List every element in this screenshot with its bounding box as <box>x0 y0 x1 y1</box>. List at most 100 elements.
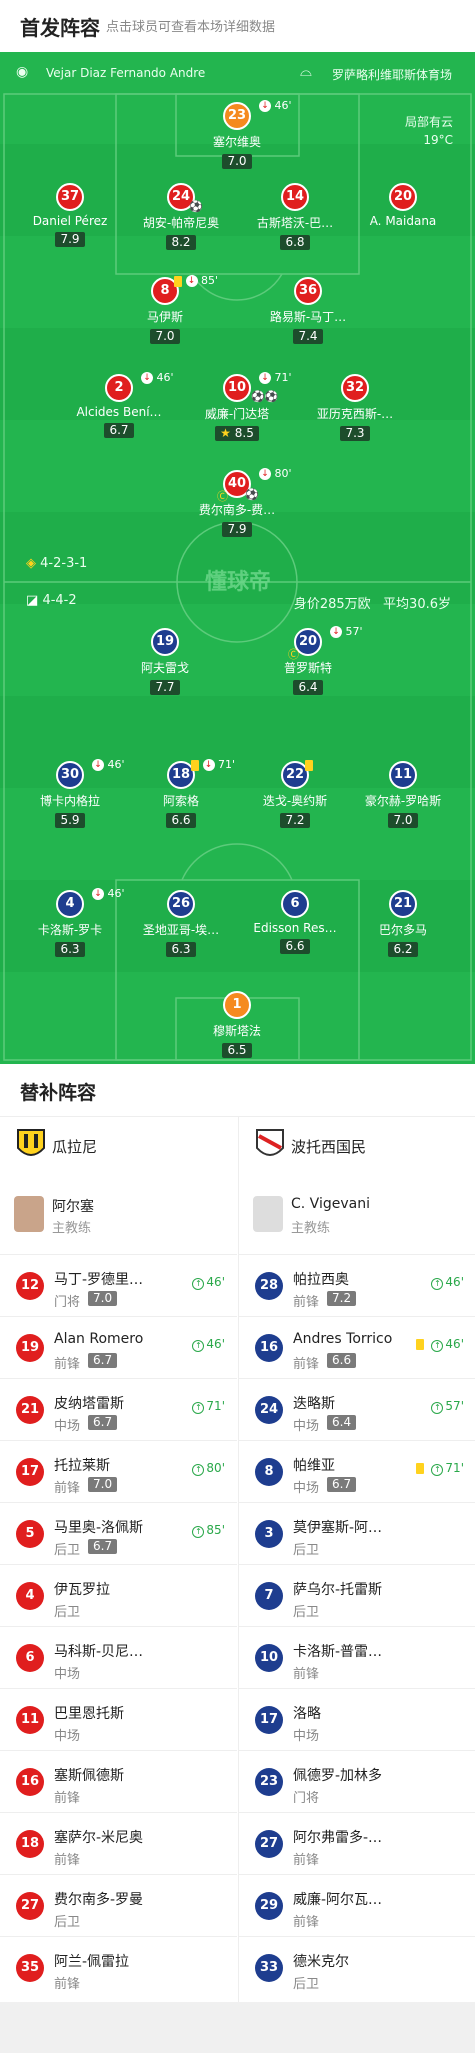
player-name: Alcides Bení… <box>76 405 162 419</box>
sub-player-row[interactable]: 3 莫伊塞斯-阿… 后卫 <box>239 1502 475 1566</box>
sub-player-row[interactable]: 18 塞萨尔-米尼奥 前锋 <box>0 1812 237 1876</box>
sub-player-name: 伊瓦罗拉 <box>54 1582 110 1598</box>
sub-player-number: 3 <box>255 1520 283 1548</box>
coach-avatar <box>14 1196 44 1232</box>
card-sub-event: ↓ 71' <box>191 758 235 771</box>
sub-player-row[interactable]: 4 伊瓦罗拉 后卫 <box>0 1564 237 1628</box>
home-team-name: 瓜拉尼 <box>52 1138 98 1156</box>
player-home-36[interactable]: 36 路易斯-马丁… 7.4 <box>248 277 368 344</box>
sub-player-name: 帕维亚 <box>293 1458 335 1474</box>
sub-player-position: 前锋 <box>54 1481 81 1496</box>
player-home-14[interactable]: 14 古斯塔沃-巴… 6.8 <box>235 183 355 250</box>
player-away-18[interactable]: 18 ↓ 71' 阿索格 6.6 <box>121 758 241 828</box>
player-rating: 5.9 <box>55 813 85 828</box>
sub-player-row[interactable]: 16 塞斯佩德斯 前锋 <box>0 1750 237 1814</box>
sub-player-row[interactable]: 11 巴里恩托斯 中场 <box>0 1688 237 1752</box>
sub-player-row[interactable]: 23 佩德罗-加林多 门将 <box>239 1750 475 1814</box>
sub-player-row[interactable]: 12 马丁-罗德里… 门将 7.0 ↑ 46' <box>0 1254 237 1318</box>
player-name: 普罗斯特 <box>283 661 332 675</box>
sub-player-row[interactable]: 6 马科斯-贝尼… 中场 <box>0 1626 237 1690</box>
player-home-23[interactable]: 23 ↓ 46' 塞尔维奥 7.0 <box>177 99 297 169</box>
sub-player-row[interactable]: 27 费尔南多-罗曼 后卫 <box>0 1874 237 1938</box>
sub-player-row[interactable]: 33 德米克尔 后卫 <box>239 1936 475 2000</box>
player-home-37[interactable]: 37 Daniel Pérez 7.9 <box>10 183 130 247</box>
player-away-26[interactable]: 26 圣地亚哥-埃… 6.3 <box>121 890 241 957</box>
sub-in-event: ↑ 46' <box>192 1275 225 1290</box>
sub-player-name: 帕拉西奥 <box>293 1272 349 1288</box>
sub-player-row[interactable]: 17 洛略 中场 <box>239 1688 475 1752</box>
sub-player-row[interactable]: 7 萨乌尔-托雷斯 后卫 <box>239 1564 475 1628</box>
player-home-10[interactable]: 10 ↓ 71' ⚽⚽ 威廉-门达塔 ★ 8.5 <box>177 371 297 441</box>
sub-player-row[interactable]: 10 卡洛斯-普雷… 前锋 <box>239 1626 475 1690</box>
sub-player-row[interactable]: 16 Andres Torrico 前锋 6.6 ↑ 46' <box>239 1316 475 1380</box>
sub-player-row[interactable]: 17 托拉莱斯 前锋 7.0 ↑ 80' <box>0 1440 237 1504</box>
sub-player-number: 7 <box>255 1582 283 1610</box>
sub-in-icon: ↑ <box>431 1402 444 1414</box>
player-home-8[interactable]: 8 ↓ 85' 马伊斯 7.0 <box>105 274 225 344</box>
player-name: 威廉-门达塔 <box>204 407 270 421</box>
sub-player-row[interactable]: 24 迭略斯 中场 6.4 ↑ 57' <box>239 1378 475 1442</box>
sub-player-number: 16 <box>255 1334 283 1362</box>
player-name: 亚历克西斯-… <box>316 407 394 421</box>
page-subtitle: 点击球员可查看本场详细数据 <box>106 20 276 35</box>
sub-player-row[interactable]: 35 阿兰-佩雷拉 前锋 <box>0 1936 237 2000</box>
sub-player-name: 卡洛斯-普雷… <box>293 1644 383 1660</box>
player-rating: 7.0 <box>150 329 180 344</box>
sub-player-rating: 7.0 <box>88 1291 118 1306</box>
player-rating: 7.0 <box>388 813 418 828</box>
sub-player-row[interactable]: 5 马里奥-洛佩斯 后卫 6.7 ↑ 85' <box>0 1502 237 1566</box>
coach-name[interactable]: 阿尔塞 <box>52 1196 94 1216</box>
sub-player-row[interactable]: 19 Alan Romero 前锋 6.7 ↑ 46' <box>0 1316 237 1380</box>
player-away-21[interactable]: 21 巴尔多马 6.2 <box>343 890 463 957</box>
sub-player-name: 皮纳塔雷斯 <box>54 1396 124 1412</box>
sub-out-icon: ↓ <box>259 372 271 384</box>
sub-out-icon: ↓ <box>92 759 104 771</box>
player-away-4[interactable]: 4 ↓ 46' 卡洛斯-罗卡 6.3 <box>10 887 130 957</box>
player-away-20[interactable]: 20 ↓ 57' Ⓒ 普罗斯特 6.4 <box>248 625 368 695</box>
away-formation: ◪ 4-4-2 <box>26 593 77 608</box>
sub-player-row[interactable]: 21 皮纳塔雷斯 中场 6.7 ↑ 71' <box>0 1378 237 1442</box>
sub-player-row[interactable]: 28 帕拉西奥 前锋 7.2 ↑ 46' <box>239 1254 475 1318</box>
sub-player-position: 门将 <box>54 1295 81 1310</box>
sub-player-position: 前锋 <box>293 1295 320 1310</box>
coach-avatar <box>253 1196 283 1232</box>
player-number: 2 <box>105 374 133 402</box>
player-away-1[interactable]: 1 穆斯塔法 6.5 <box>177 991 297 1058</box>
referee-name: Vejar Diaz Fernando Andre <box>46 66 206 80</box>
sub-player-name: 莫伊塞斯-阿… <box>293 1520 383 1536</box>
player-home-20[interactable]: 20 A. Maidana <box>343 183 463 228</box>
sub-in-icon: ↑ <box>192 1464 205 1476</box>
player-away-22[interactable]: 22 迭戈-奥约斯 7.2 <box>235 759 355 828</box>
sub-in-icon: ↑ <box>192 1526 205 1538</box>
yellow-card-icon <box>174 275 182 287</box>
player-home-2[interactable]: 2 ↓ 46' Alcides Bení… 6.7 <box>59 371 179 438</box>
player-away-6[interactable]: 6 Edisson Res… 6.6 <box>235 890 355 954</box>
sub-player-row[interactable]: 27 阿尔弗雷多-… 前锋 <box>239 1812 475 1876</box>
lineup-header: 首发阵容 点击球员可查看本场详细数据 <box>0 0 475 52</box>
sub-player-row[interactable]: 29 威廉-阿尔瓦… 前锋 <box>239 1874 475 1938</box>
temperature: 19°C <box>423 133 453 147</box>
sub-player-position: 后卫 <box>293 1977 320 1992</box>
stadium-icon: ⌓ <box>300 62 312 80</box>
sub-player-number: 21 <box>16 1396 44 1424</box>
player-rating: 7.7 <box>150 680 180 695</box>
player-home-32[interactable]: 32 亚历克西斯-… 7.3 <box>295 374 415 441</box>
player-home-40[interactable]: 40 ↓ 80' Ⓒ ⚽ 费尔南多-费… 7.9 <box>177 467 297 537</box>
player-rating: 6.2 <box>388 942 418 957</box>
sub-player-position: 后卫 <box>54 1605 81 1620</box>
coach-name[interactable]: C. Vigevani <box>291 1196 370 1212</box>
player-rating: 6.7 <box>104 423 134 438</box>
sub-player-rating: 6.7 <box>88 1353 118 1368</box>
sub-out-event: ↓ 46' <box>141 371 174 384</box>
sub-player-row[interactable]: 8 帕维亚 中场 6.7 ↑ 71' <box>239 1440 475 1504</box>
sub-player-rating: 6.7 <box>327 1477 357 1492</box>
player-number: 26 <box>167 890 195 918</box>
sub-in-event: ↑ 80' <box>192 1461 225 1476</box>
player-away-11[interactable]: 11 豪尔赫-罗哈斯 7.0 <box>343 761 463 828</box>
player-away-19[interactable]: 19 阿夫雷戈 7.7 <box>105 628 225 695</box>
sub-out-event: ↓ 80' <box>259 467 292 480</box>
sub-player-name: Alan Romero <box>54 1331 144 1347</box>
player-home-24[interactable]: 24 ⚽ 胡安-帕帝尼奥 8.2 <box>121 183 241 250</box>
player-rating: 6.8 <box>280 235 310 250</box>
player-away-30[interactable]: 30 ↓ 46' 博卡内格拉 5.9 <box>10 758 130 828</box>
